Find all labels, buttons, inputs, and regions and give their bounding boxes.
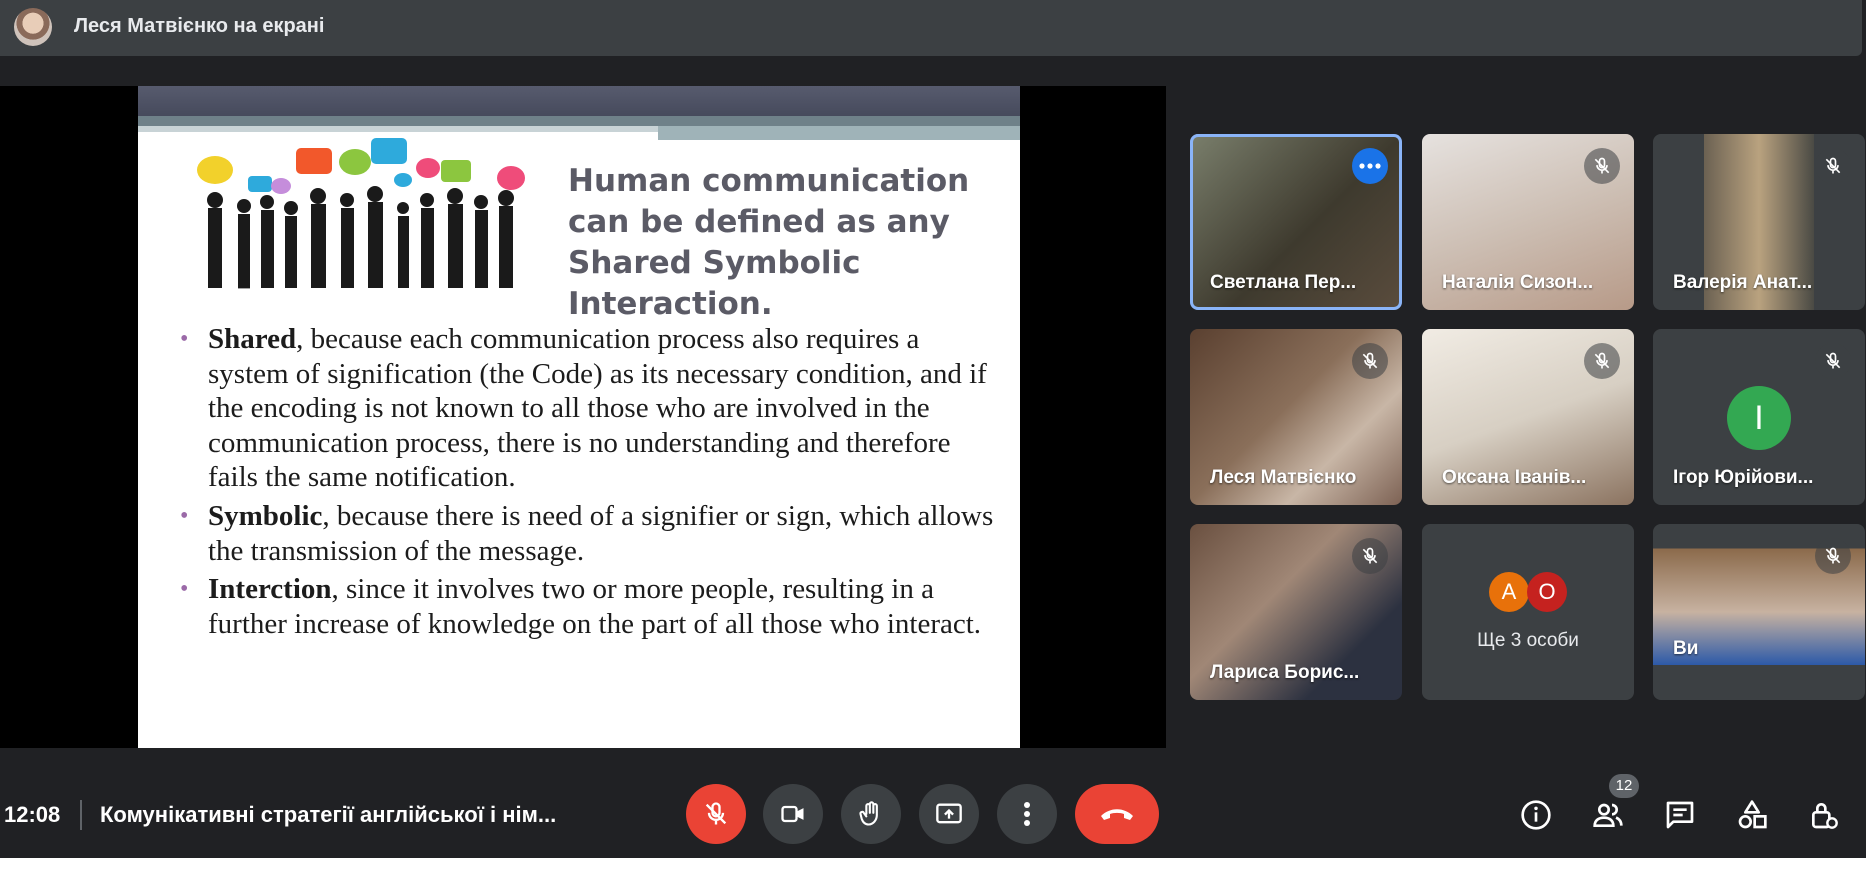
participant-avatar: A	[1489, 572, 1529, 612]
participant-name: Светлана Пер...	[1210, 272, 1357, 293]
participant-name: Наталія Сизон...	[1442, 272, 1594, 293]
meeting-clock: 12:08	[4, 802, 61, 827]
presenter-bar: Леся Матвієнко на екрані	[0, 0, 1862, 56]
microphone-button[interactable]	[686, 784, 746, 844]
host-controls-button[interactable]	[1799, 790, 1849, 840]
participant-avatar: O	[1527, 572, 1567, 612]
present-now-button[interactable]	[919, 784, 979, 844]
participant-tile[interactable]: Светлана Пер...	[1190, 134, 1402, 310]
leave-call-button[interactable]	[1075, 784, 1159, 844]
divider	[80, 800, 82, 830]
bullet-term: Shared	[208, 323, 297, 355]
mic-off-icon	[705, 802, 727, 825]
info-icon	[1521, 800, 1551, 830]
mic-off-icon	[1584, 148, 1620, 184]
participant-tile[interactable]: Оксана Іванів...	[1422, 329, 1634, 505]
activities-icon	[1738, 800, 1767, 829]
presenter-label: Леся Матвієнко на екрані	[74, 15, 325, 37]
participant-name: Леся Матвієнко	[1210, 467, 1357, 488]
slide-header-stripe-left	[138, 126, 658, 132]
mic-off-icon	[1815, 148, 1851, 184]
bullet-text: , because each communication process als…	[208, 323, 987, 494]
participant-tile[interactable]: Леся Матвієнко	[1190, 329, 1402, 505]
raise-hand-icon	[859, 801, 878, 826]
slide-header-stripe-right	[658, 126, 1020, 140]
mic-off-icon	[1352, 538, 1388, 574]
participant-name: Лариса Борис...	[1210, 662, 1360, 683]
participant-tile[interactable]: Валерія Анат...	[1653, 134, 1865, 310]
people-silhouettes-illustration	[193, 138, 533, 308]
slide-headline: Human communication can be defined as an…	[568, 163, 970, 322]
participant-name: Оксана Іванів...	[1442, 467, 1587, 488]
bullet-term: Interction	[208, 573, 332, 606]
bullet-text: , because there is need of a signifier o…	[208, 499, 994, 567]
page-margin	[0, 858, 1866, 878]
self-view-tile[interactable]: Ви	[1653, 524, 1865, 700]
mic-off-icon	[1584, 343, 1620, 379]
meet-window: Леся Матвієнко на екрані Human communica…	[0, 0, 1866, 858]
mic-off-icon	[1815, 538, 1851, 574]
participant-tile[interactable]: Лариса Борис...	[1190, 524, 1402, 700]
mic-off-icon	[1815, 343, 1851, 379]
people-icon	[1593, 803, 1623, 827]
raise-hand-button[interactable]	[841, 784, 901, 844]
camera-icon	[781, 805, 804, 823]
present-icon	[936, 803, 962, 824]
slide-header-stripe	[138, 116, 1020, 126]
slide-bullet: Interction, since it involves two or mor…	[178, 572, 998, 641]
hang-up-icon	[1101, 809, 1133, 820]
slide-bullet-list: Shared, because each communication proce…	[178, 322, 998, 645]
participant-name: Ви	[1673, 638, 1699, 659]
presentation-stage: Human communication can be defined as an…	[0, 86, 1166, 748]
participant-avatar: І	[1727, 386, 1791, 450]
bullet-term: Symbolic	[208, 499, 323, 532]
chat-button[interactable]	[1655, 790, 1705, 840]
slide-bullet: Shared, because each communication proce…	[178, 322, 998, 495]
meeting-title: Комунікативні стратегії англійської і ні…	[100, 802, 557, 827]
more-vert-icon	[1024, 802, 1030, 826]
host-controls-icon	[1812, 803, 1838, 829]
meeting-details-button[interactable]	[1511, 790, 1561, 840]
more-participants-tile[interactable]: A O Ще 3 особи	[1422, 524, 1634, 700]
participant-name: Валерія Анат...	[1673, 272, 1813, 293]
more-options-icon[interactable]	[1352, 148, 1388, 184]
participant-tile[interactable]: І Ігор Юрійови...	[1653, 329, 1865, 505]
chat-icon	[1666, 801, 1694, 829]
camera-button[interactable]	[763, 784, 823, 844]
participant-name: Ігор Юрійови...	[1673, 467, 1814, 488]
people-count-badge: 12	[1609, 774, 1639, 798]
shared-slide: Human communication can be defined as an…	[138, 86, 1020, 748]
mic-off-icon	[1352, 343, 1388, 379]
activities-button[interactable]	[1727, 790, 1777, 840]
more-participants-label: Ще 3 особи	[1477, 630, 1579, 651]
presenter-avatar	[14, 8, 52, 46]
participant-tile[interactable]: Наталія Сизон...	[1422, 134, 1634, 310]
slide-header-band	[138, 86, 1020, 116]
more-options-button[interactable]	[997, 784, 1057, 844]
slide-bullet: Symbolic, because there is need of a sig…	[178, 499, 998, 568]
